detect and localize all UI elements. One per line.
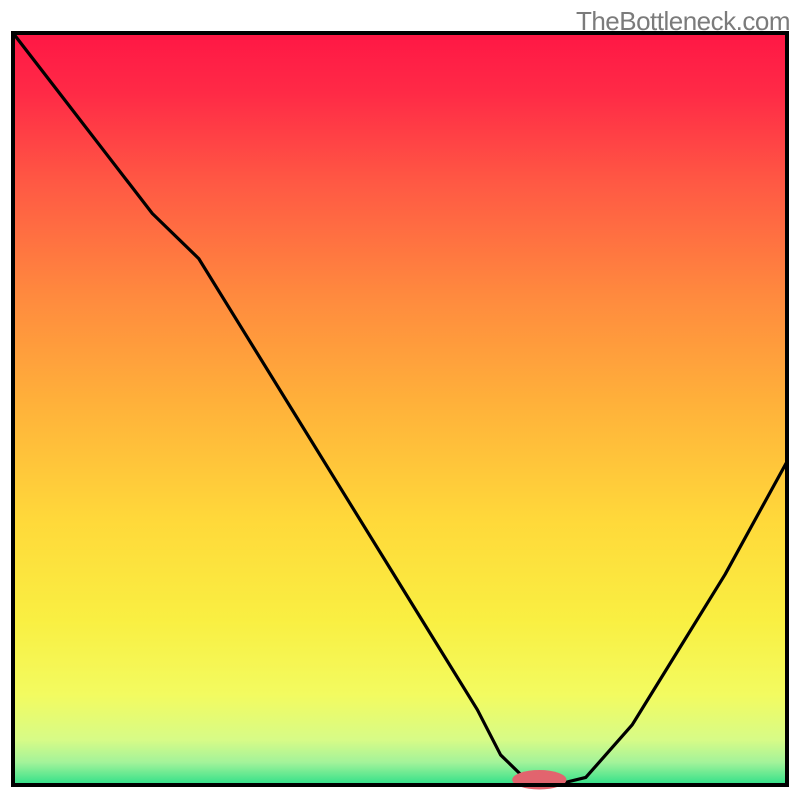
- chart-svg: [0, 0, 800, 800]
- plot-background: [13, 33, 787, 785]
- bottleneck-chart: TheBottleneck.com: [0, 0, 800, 800]
- watermark-label: TheBottleneck.com: [576, 6, 790, 37]
